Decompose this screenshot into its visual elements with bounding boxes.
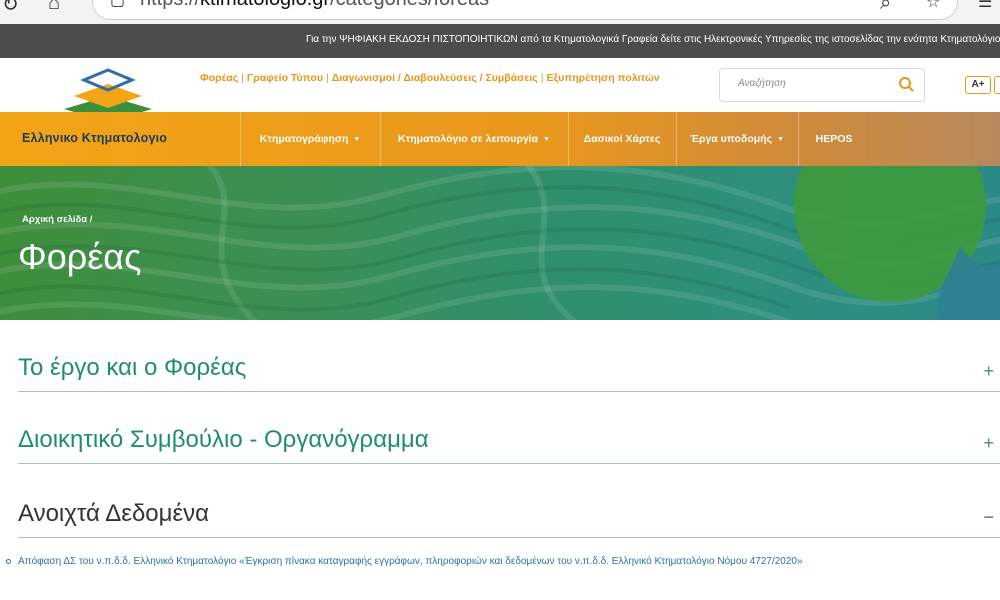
home-icon[interactable]: ⌂	[48, 0, 60, 15]
accordion-title[interactable]: Ανοιχτά Δεδομένα	[18, 500, 209, 528]
hero-background-pattern	[0, 166, 1000, 320]
expand-icon[interactable]: +	[983, 434, 994, 452]
nav-item-label: Κτηματογράφηση	[259, 133, 349, 145]
toplink-separator: |	[241, 72, 244, 84]
nav-item-label: Κτηματολόγιο σε λειτουργία	[398, 133, 539, 145]
nav-item-ktimatologio-leitourgia[interactable]: Κτηματολόγιο σε λειτουργία ▼	[380, 112, 568, 166]
accordion-section-project[interactable]: Το έργο και ο Φορέας +	[18, 346, 1000, 392]
collapse-icon[interactable]: −	[983, 508, 994, 526]
url-text[interactable]: https://ktimatologio.gr/categories/forea…	[140, 0, 489, 11]
brand-name[interactable]: Ελληνικο Κτηματολογιο	[22, 131, 167, 145]
favorites-icon[interactable]: ☰	[978, 0, 992, 12]
hero-banner: Αρχική σελίδα / Φορέας	[0, 166, 1000, 320]
zoom-icon[interactable]: ⌕	[880, 0, 891, 15]
refresh-icon[interactable]: ↻	[2, 0, 19, 17]
bullet-icon	[6, 559, 11, 564]
announcement-bar: Για την ΨΗΦΙΑΚΗ ΕΚΔΟΣΗ ΠΙΣΤΟΠΟΙΗΤΙΚΩΝ απ…	[0, 24, 1000, 58]
nav-item-ktimatografisi[interactable]: Κτηματογράφηση ▼	[240, 112, 380, 166]
breadcrumb: Αρχική σελίδα /	[22, 214, 92, 225]
browser-toolbar: ↻ ⌂ ▢ https://ktimatologio.gr/categories…	[0, 0, 1000, 24]
accordion-section-board[interactable]: Διοικητικό Συμβούλιο - Οργανόγραμμα +	[18, 418, 1000, 464]
caret-down-icon: ▼	[777, 136, 784, 143]
document-link[interactable]: Απόφαση ΔΣ του ν.π.δ.δ. Ελληνικό Κτηματο…	[18, 556, 803, 567]
search-icon[interactable]	[898, 76, 914, 92]
page-icon: ▢	[110, 0, 126, 9]
expand-icon[interactable]: +	[983, 362, 994, 380]
search-box	[719, 68, 925, 102]
nav-item-label: Δασικοί Χάρτες	[583, 133, 661, 145]
nav-item-label: Έργα υποδομής	[690, 133, 773, 145]
accordion-title[interactable]: Το έργο και ο Φορέας	[18, 354, 246, 382]
breadcrumb-home[interactable]: Αρχική σελίδα	[22, 214, 87, 225]
page-title: Φορέας	[18, 236, 142, 277]
list-item[interactable]: Απόφαση ΔΣ του ν.π.δ.δ. Ελληνικό Κτηματο…	[6, 556, 1000, 567]
top-links: Φορέας | Γραφείο Τύπου | Διαγωνισμοί / Διαβο…	[200, 72, 660, 84]
nav-item-infrastructure[interactable]: Έργα υποδομής ▼	[676, 112, 798, 166]
nav-item-hepos[interactable]: HEPOS	[798, 112, 870, 166]
open-data-list: Απόφαση ΔΣ του ν.π.δ.δ. Ελληνικό Κτηματο…	[6, 556, 1000, 567]
toplink-foreas[interactable]: Φορέας	[200, 72, 238, 84]
accordion-title[interactable]: Διοικητικό Συμβούλιο - Οργανόγραμμα	[18, 426, 429, 454]
accordion-section-open-data[interactable]: Ανοιχτά Δεδομένα −	[18, 492, 1000, 538]
favorite-add-icon[interactable]: ☆	[926, 0, 940, 12]
main-navbar: Ελληνικο Κτηματολογιο Κτηματογράφηση ▼ Κτ…	[0, 112, 1000, 166]
toplink-press-office[interactable]: Γραφείο Τύπου	[247, 72, 323, 84]
toplink-tenders[interactable]: Διαγωνισμοί / Διαβουλεύσεις / Συμβάσεις	[332, 72, 538, 84]
search-input[interactable]	[738, 78, 898, 89]
toplink-citizen-service[interactable]: Εξυπηρέτηση πολιτών	[546, 72, 659, 84]
breadcrumb-separator: /	[89, 214, 93, 225]
announcement-text[interactable]: Για την ΨΗΦΙΑΚΗ ΕΚΔΟΣΗ ΠΙΣΤΟΠΟΙΗΤΙΚΩΝ απ…	[306, 34, 1000, 45]
nav-item-label: HEPOS	[815, 133, 853, 145]
caret-down-icon: ▼	[353, 136, 361, 143]
toplink-separator: |	[325, 72, 329, 84]
font-decrease-button[interactable]	[994, 76, 1000, 94]
caret-down-icon: ▼	[543, 136, 550, 143]
nav-item-forest-maps[interactable]: Δασικοί Χάρτες	[568, 112, 676, 166]
font-increase-button[interactable]: A+	[965, 76, 991, 94]
